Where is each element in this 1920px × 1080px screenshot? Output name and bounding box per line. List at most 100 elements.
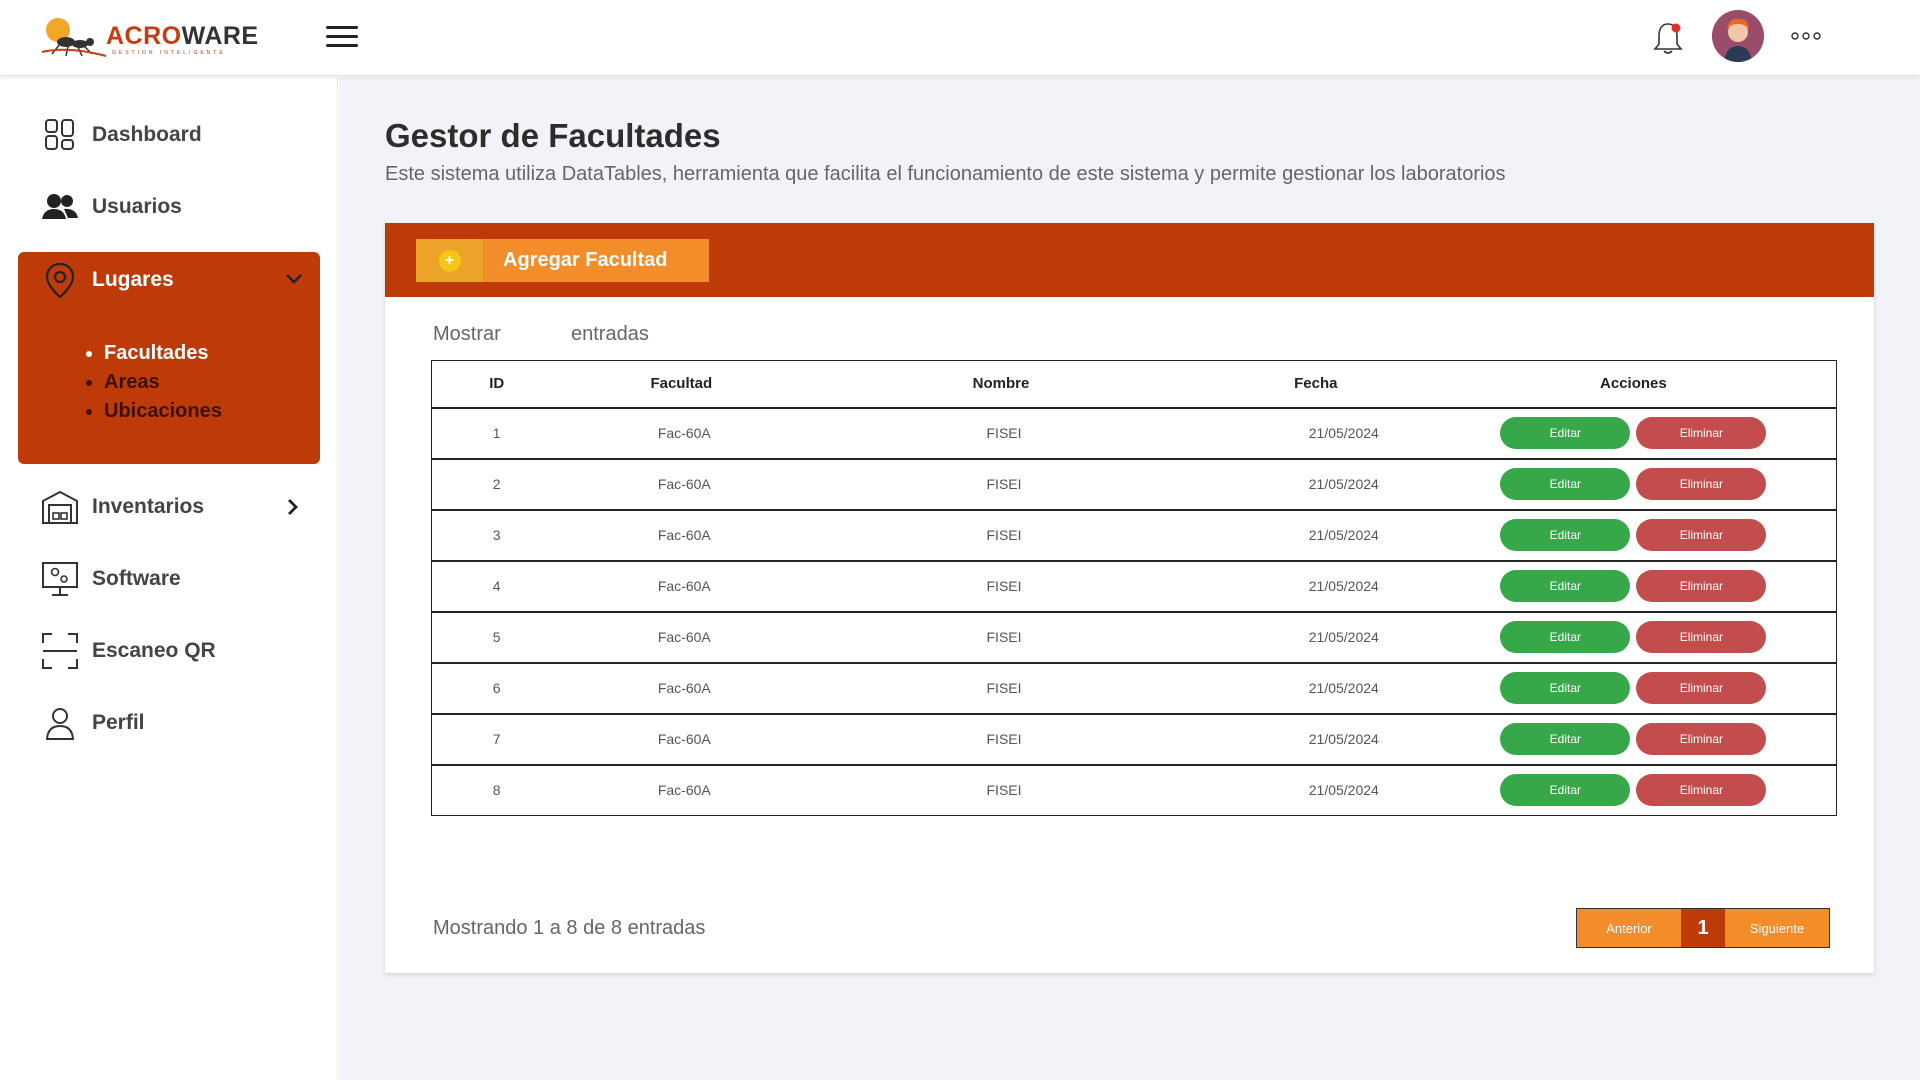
cell-fecha: 21/05/2024 xyxy=(1200,662,1431,715)
column-header-id[interactable]: ID xyxy=(431,360,562,409)
chevron-right-icon[interactable] xyxy=(286,497,300,517)
add-facultad-button[interactable]: + Agregar Facultad xyxy=(416,239,709,282)
cell-facultad: Fac-60A xyxy=(561,509,802,562)
delete-button[interactable]: Eliminar xyxy=(1636,672,1767,704)
cell-id: 8 xyxy=(492,782,501,799)
edit-button[interactable]: Editar xyxy=(1500,417,1631,449)
sidebar-item-label: Usuarios xyxy=(92,195,182,218)
edit-button[interactable]: Editar xyxy=(1500,468,1631,500)
column-header-acciones: Acciones xyxy=(1430,360,1837,409)
card-header: + Agregar Facultad xyxy=(385,223,1874,297)
sidebar-item-label: Dashboard xyxy=(92,123,202,146)
brand-logo[interactable]: ACROWARE GESTION INTELIGENTE xyxy=(38,16,258,60)
entries-label: entradas xyxy=(571,323,649,345)
cell-nombre: FISEI xyxy=(801,407,1201,460)
submenu-item-areas[interactable]: Areas xyxy=(86,368,222,397)
brand-name: ACROWARE xyxy=(106,22,259,50)
delete-button[interactable]: Eliminar xyxy=(1636,468,1767,500)
submenu-item-ubicaciones[interactable]: Ubicaciones xyxy=(86,397,222,426)
sidebar-item-label: Lugares xyxy=(92,268,174,291)
table-row: 2 Fac-60A FISEI 21/05/2024 Editar Eliminar xyxy=(431,458,1837,511)
sidebar-item-inventarios[interactable]: Inventarios xyxy=(18,479,320,535)
hamburger-icon[interactable] xyxy=(326,26,358,52)
sidebar-item-software[interactable]: Software xyxy=(18,551,320,607)
cell-nombre: FISEI xyxy=(801,611,1201,664)
cell-facultad: Fac-60A xyxy=(561,407,802,460)
more-dots-icon[interactable] xyxy=(1790,28,1822,44)
plus-icon-box: + xyxy=(416,239,483,282)
cell-nombre: FISEI xyxy=(986,782,1022,799)
sidebar-item-label: Perfil xyxy=(92,711,145,734)
column-header-nombre[interactable]: Nombre xyxy=(801,360,1201,409)
sidebar-item-escaneo-qr[interactable]: Escaneo QR xyxy=(18,623,320,679)
sidebar-item-perfil[interactable]: Perfil xyxy=(18,695,320,751)
chevron-down-icon[interactable] xyxy=(284,272,304,286)
plus-icon: + xyxy=(438,249,461,272)
table-row: 3 Fac-60A FISEI 21/05/2024 Editar Eliminar xyxy=(431,509,1837,562)
sidebar: Dashboard Usuarios Lugares Facultades Ar… xyxy=(0,77,338,1080)
delete-button[interactable]: Eliminar xyxy=(1636,723,1767,755)
page-title: Gestor de Facultades xyxy=(385,117,721,154)
avatar[interactable] xyxy=(1712,10,1764,62)
users-icon xyxy=(42,194,78,219)
main-content: Gestor de Facultades Este sistema utiliz… xyxy=(339,77,1920,1080)
cell-facultad: Fac-60A xyxy=(657,782,711,799)
delete-button[interactable]: Eliminar xyxy=(1636,621,1767,653)
ant-logo-icon xyxy=(41,18,107,57)
edit-button[interactable]: Editar xyxy=(1500,519,1631,551)
cell-fecha: 21/05/2024 xyxy=(1200,407,1431,460)
submenu-item-facultades[interactable]: Facultades xyxy=(86,339,222,368)
dashboard-icon xyxy=(45,119,74,150)
cell-id: 4 xyxy=(431,560,562,613)
cell-acciones: Editar Eliminar xyxy=(1430,713,1837,766)
edit-button[interactable]: Editar xyxy=(1500,621,1631,653)
edit-button[interactable]: Editar xyxy=(1500,774,1631,807)
cell-facultad: Fac-60A xyxy=(561,713,802,766)
cell-nombre: FISEI xyxy=(801,560,1201,613)
column-header-facultad[interactable]: Facultad xyxy=(561,360,802,409)
cell-fecha: 21/05/2024 xyxy=(1308,782,1379,799)
top-bar: ACROWARE GESTION INTELIGENTE xyxy=(0,0,1920,76)
table-row: 5 Fac-60A FISEI 21/05/2024 Editar Eliminar xyxy=(431,611,1837,664)
cell-id: 3 xyxy=(431,509,562,562)
cell-facultad: Fac-60A xyxy=(561,560,802,613)
sidebar-item-dashboard[interactable]: Dashboard xyxy=(18,107,320,163)
table-row: 8 Fac-60A FISEI 21/05/2024 Editar Eliminar xyxy=(432,765,1837,816)
current-page-button[interactable]: 1 xyxy=(1681,909,1725,947)
table-row: 1 Fac-60A FISEI 21/05/2024 Editar Eliminar xyxy=(431,407,1837,460)
location-pin-icon xyxy=(45,262,75,299)
profile-icon xyxy=(45,708,75,740)
bell-icon[interactable] xyxy=(1652,20,1684,56)
software-monitor-icon xyxy=(42,562,78,596)
cell-fecha: 21/05/2024 xyxy=(1200,713,1431,766)
cell-fecha: 21/05/2024 xyxy=(1200,509,1431,562)
delete-button[interactable]: Eliminar xyxy=(1636,519,1767,551)
cell-facultad: Fac-60A xyxy=(561,662,802,715)
delete-button[interactable]: Eliminar xyxy=(1636,570,1767,602)
cell-acciones: Editar Eliminar xyxy=(1431,765,1837,816)
edit-button[interactable]: Editar xyxy=(1500,723,1631,755)
table-header-row: ID Facultad Nombre Fecha Acciones xyxy=(431,360,1837,409)
cell-id: 2 xyxy=(431,458,562,511)
cell-nombre: FISEI xyxy=(801,713,1201,766)
cell-id: 6 xyxy=(431,662,562,715)
cell-facultad: Fac-60A xyxy=(561,611,802,664)
edit-button[interactable]: Editar xyxy=(1500,570,1631,602)
cell-acciones: Editar Eliminar xyxy=(1430,509,1837,562)
cell-fecha: 21/05/2024 xyxy=(1200,611,1431,664)
delete-button[interactable]: Eliminar xyxy=(1636,417,1767,449)
column-header-fecha[interactable]: Fecha xyxy=(1200,360,1431,409)
pagination: Anterior 1 Siguiente xyxy=(1576,908,1830,948)
sidebar-item-usuarios[interactable]: Usuarios xyxy=(18,179,320,235)
next-page-button[interactable]: Siguiente xyxy=(1725,909,1829,947)
cell-facultad: Fac-60A xyxy=(561,458,802,511)
prev-page-button[interactable]: Anterior xyxy=(1577,909,1681,947)
cell-id: 7 xyxy=(431,713,562,766)
cell-fecha: 21/05/2024 xyxy=(1200,560,1431,613)
delete-button[interactable]: Eliminar xyxy=(1636,774,1767,807)
cell-acciones: Editar Eliminar xyxy=(1430,611,1837,664)
cell-acciones: Editar Eliminar xyxy=(1430,407,1837,460)
lugares-header[interactable]: Lugares xyxy=(18,252,320,308)
table-body: 1 Fac-60A FISEI 21/05/2024 Editar Eliminar 2 Fa… xyxy=(431,407,1837,816)
edit-button[interactable]: Editar xyxy=(1500,672,1631,704)
